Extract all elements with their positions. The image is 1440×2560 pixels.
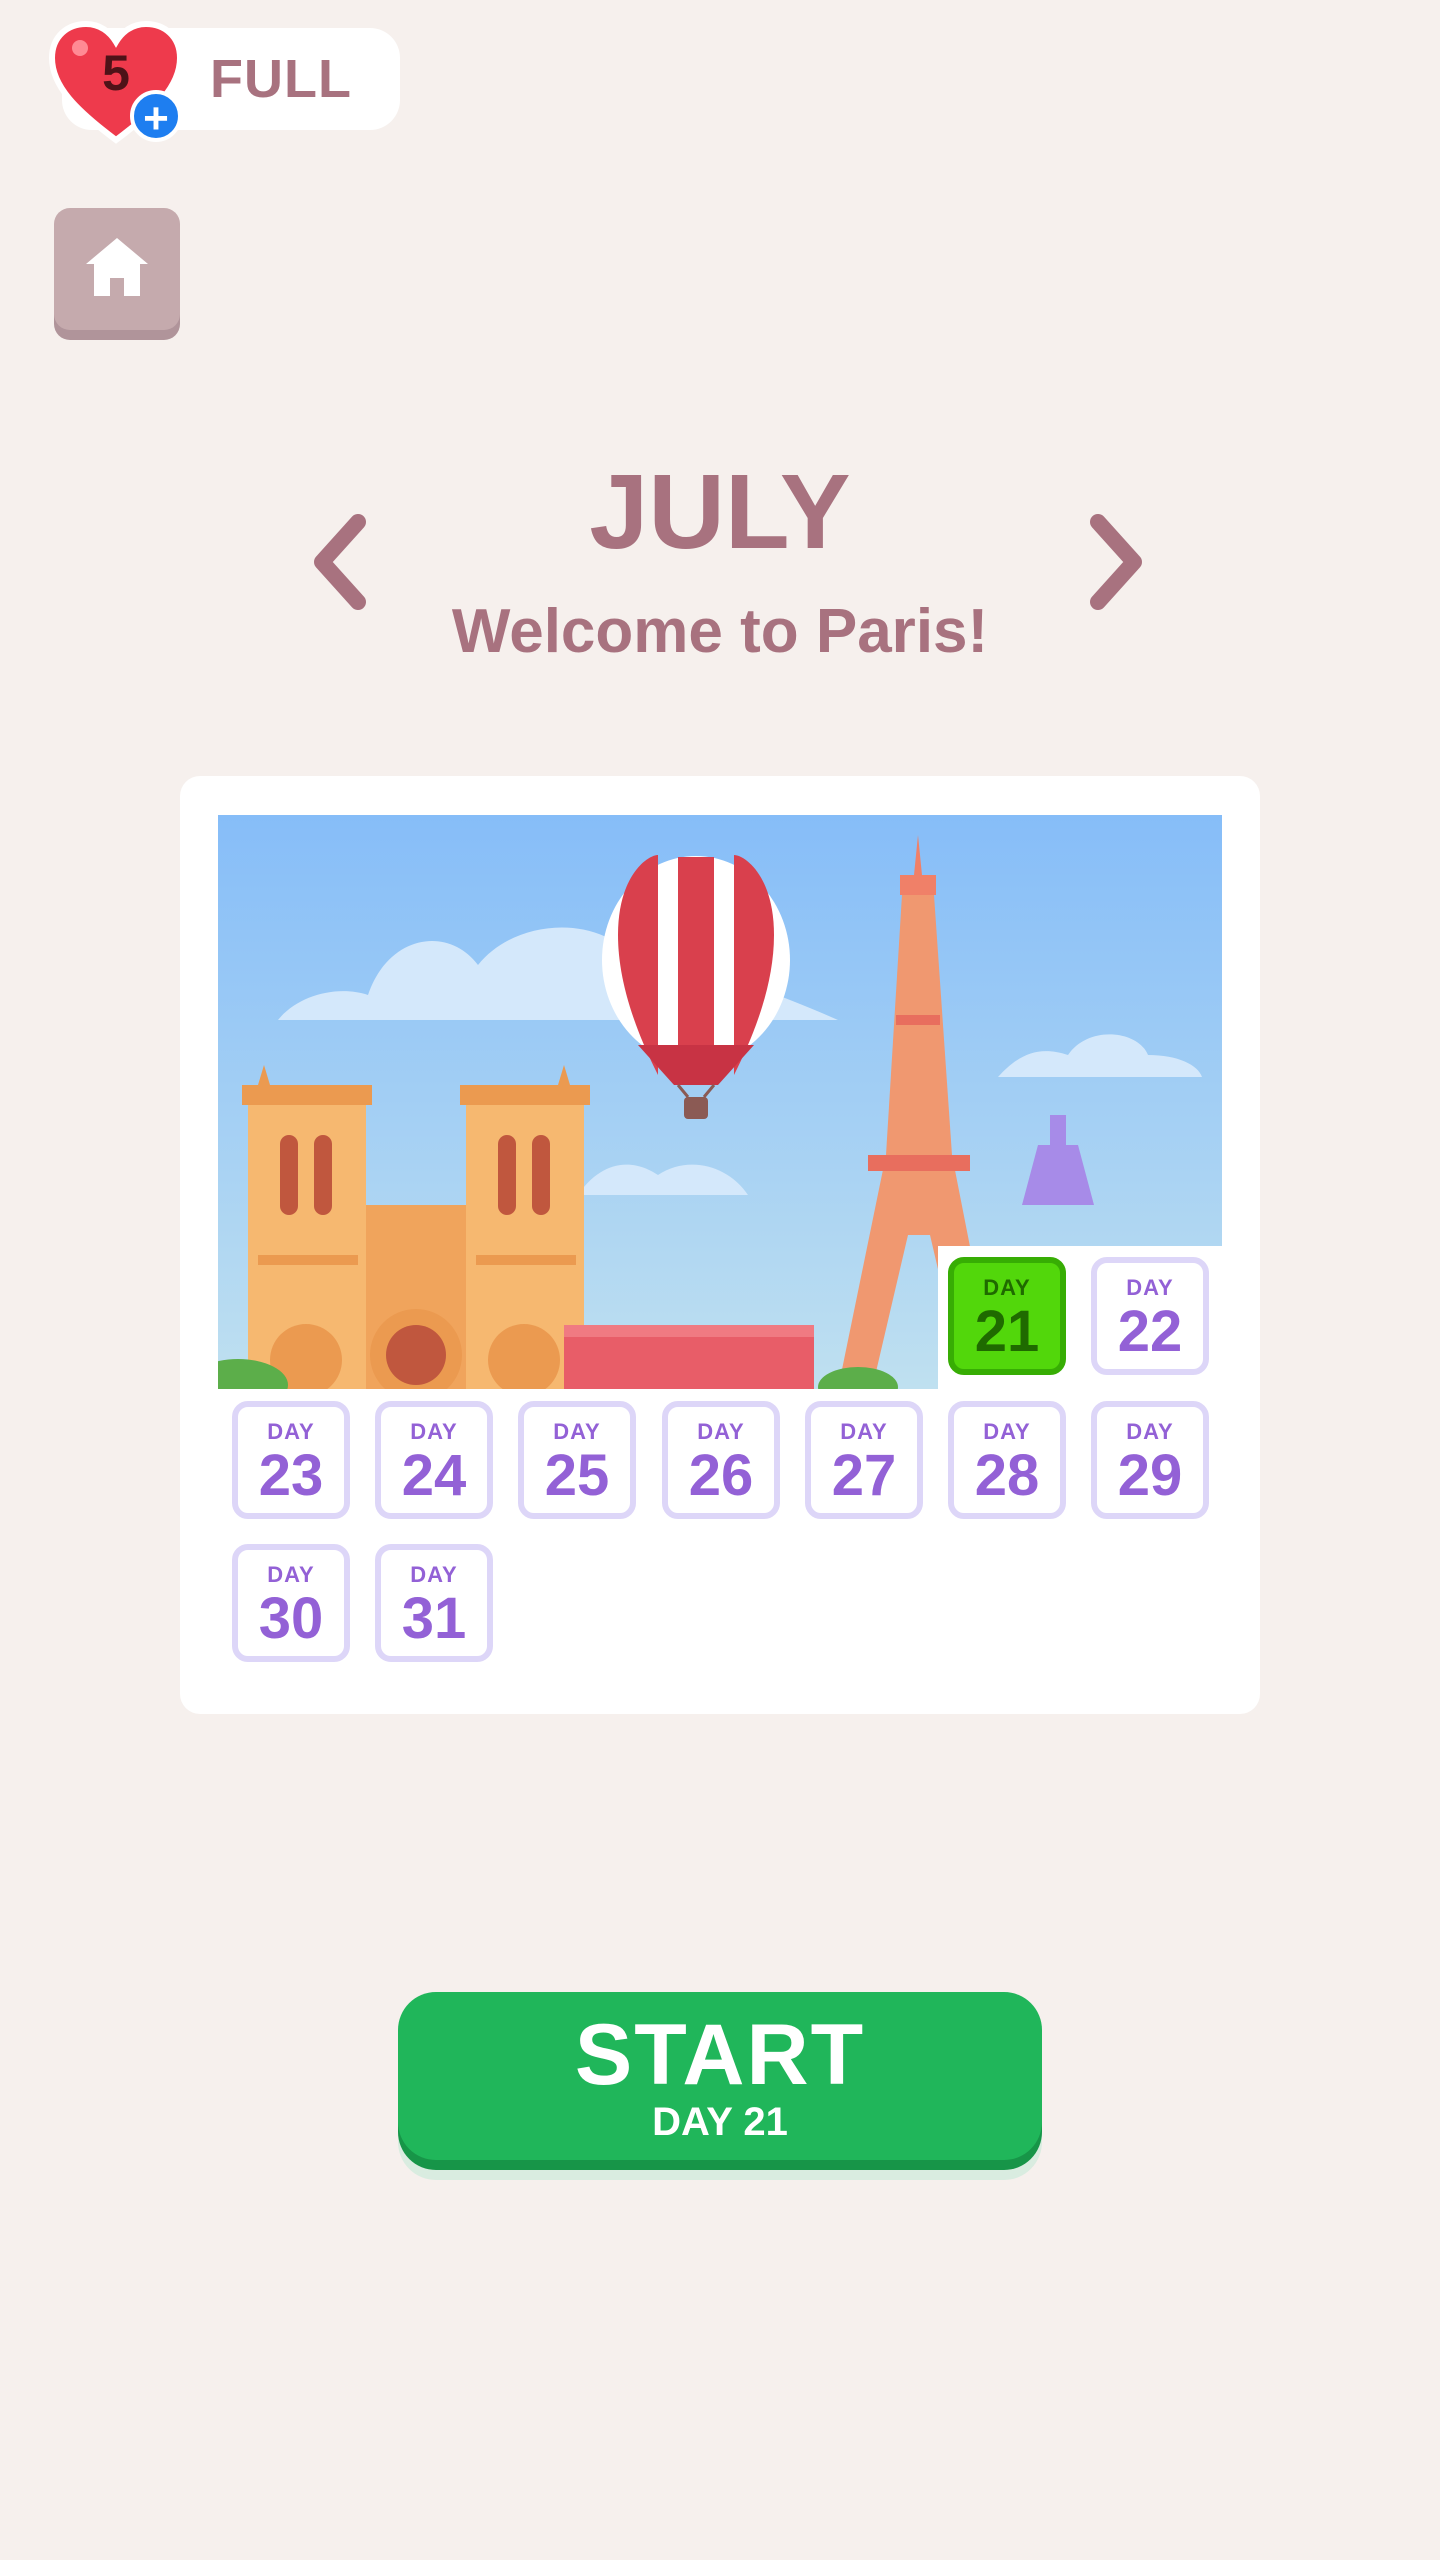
day-word: DAY [1126, 1419, 1174, 1444]
month-subtitle: Welcome to Paris! [451, 597, 989, 666]
day-word: DAY [1126, 1275, 1174, 1300]
day-tile-29[interactable]: DAY 29 [1091, 1401, 1209, 1519]
day-word: DAY [983, 1275, 1031, 1300]
day-number: 24 [401, 1443, 467, 1508]
day-word: DAY [267, 1562, 315, 1587]
day-tile-24[interactable]: DAY 24 [375, 1401, 493, 1519]
month-title: JULY [589, 453, 851, 571]
day-tile-31[interactable]: DAY 31 [375, 1544, 493, 1662]
chevron-right-icon[interactable] [1088, 514, 1144, 610]
day-tile-25[interactable]: DAY 25 [518, 1401, 636, 1519]
start-label: START [574, 2007, 866, 2103]
day-word: DAY [267, 1419, 315, 1444]
day-number: 25 [544, 1443, 610, 1508]
day-number: 21 [974, 1299, 1040, 1364]
day-word: DAY [410, 1562, 458, 1587]
day-tile-30[interactable]: DAY 30 [232, 1544, 350, 1662]
plus-icon[interactable]: + [130, 90, 182, 143]
day-tile-27[interactable]: DAY 27 [805, 1401, 923, 1519]
start-button[interactable]: START DAY 21 [398, 1992, 1042, 2160]
day-word: DAY [553, 1419, 601, 1444]
day-word: DAY [840, 1419, 888, 1444]
day-word: DAY [697, 1419, 745, 1444]
lives-count: 5 [102, 45, 130, 101]
day-tile-23[interactable]: DAY 23 [232, 1401, 350, 1519]
day-number: 30 [258, 1586, 324, 1651]
day-tile-26[interactable]: DAY 26 [662, 1401, 780, 1519]
day-tile-22[interactable]: DAY 22 [1091, 1257, 1209, 1375]
day-word: DAY [410, 1419, 458, 1444]
home-icon [86, 238, 148, 296]
home-button[interactable] [54, 208, 180, 330]
lives-status: FULL [210, 49, 352, 109]
day-number: 23 [258, 1443, 324, 1508]
day-number: 27 [831, 1443, 897, 1508]
day-number: 28 [974, 1443, 1040, 1508]
start-day-label: DAY 21 [652, 2100, 788, 2144]
day-number: 29 [1117, 1443, 1183, 1508]
day-number: 31 [401, 1586, 467, 1651]
day-word: DAY [983, 1419, 1031, 1444]
day-tile-21[interactable]: DAY 21 [948, 1257, 1066, 1375]
day-tile-28[interactable]: DAY 28 [948, 1401, 1066, 1519]
day-number: 22 [1117, 1299, 1183, 1364]
day-number: 26 [688, 1443, 754, 1508]
